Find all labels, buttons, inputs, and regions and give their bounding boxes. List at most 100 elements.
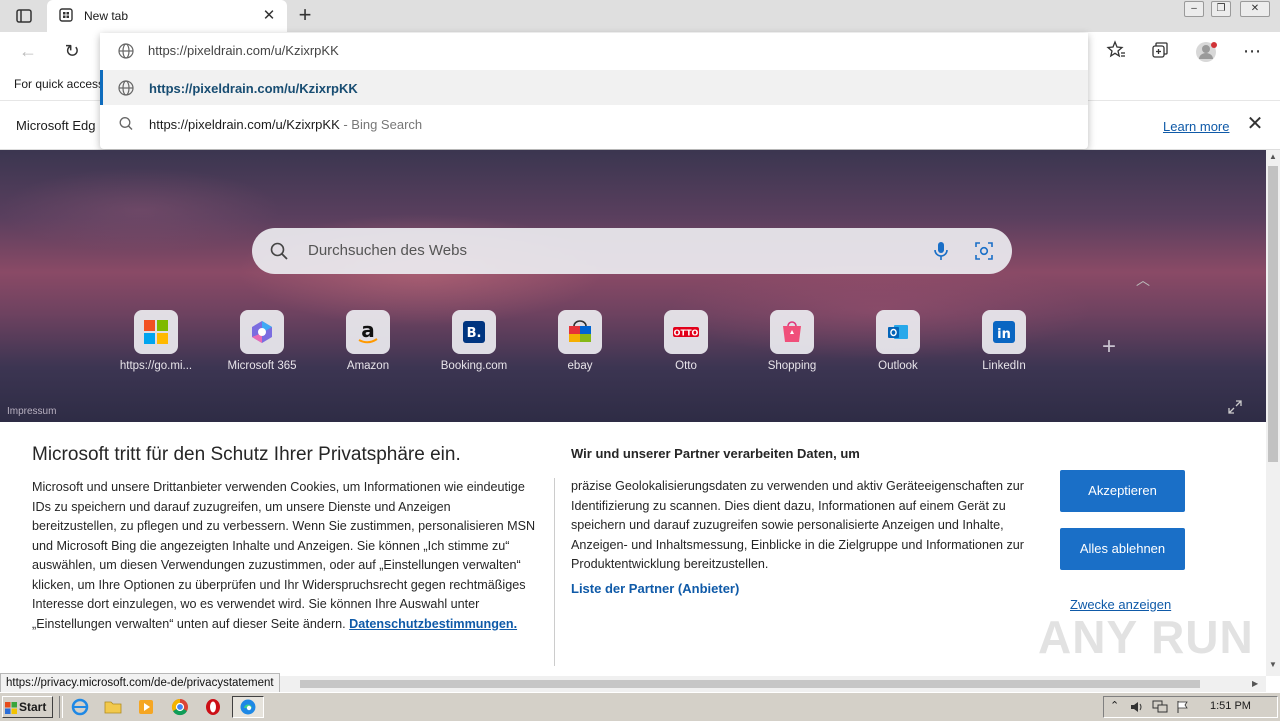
address-bar[interactable]: https://pixeldrain.com/u/KzixrpKK: [100, 33, 1088, 69]
tab-title: New tab: [84, 9, 129, 23]
vertical-scrollbar[interactable]: ▲ ▼: [1266, 150, 1280, 676]
quick-link-tile[interactable]: OTTO Otto: [633, 310, 739, 380]
scroll-down-icon[interactable]: ▼: [1269, 660, 1277, 669]
opera-icon[interactable]: [199, 696, 227, 718]
divider: [554, 478, 555, 666]
tile-label: LinkedIn: [982, 360, 1026, 372]
search-placeholder: Durchsuchen des Webs: [308, 242, 467, 259]
volume-icon[interactable]: [1130, 700, 1144, 717]
show-hidden-icons-icon[interactable]: ⌃: [1110, 699, 1119, 712]
tab-strip: New tab ✕ + – ❐ ✕: [0, 0, 1280, 32]
collections-icon[interactable]: [1149, 40, 1171, 62]
close-icon[interactable]: ✕: [261, 8, 277, 24]
svg-text:B.: B.: [467, 326, 482, 341]
booking-icon: B.: [452, 310, 496, 354]
suggestion-url: https://pixeldrain.com/u/KzixrpKK: [149, 81, 358, 96]
microsoft-365-icon: [240, 310, 284, 354]
system-tray: ⌃ 1:51 PM: [1103, 696, 1278, 718]
more-options-icon[interactable]: ⋯: [1241, 40, 1263, 62]
web-search-box[interactable]: Durchsuchen des Webs: [252, 228, 1012, 274]
consent-text: Microsoft und unsere Drittanbieter verwe…: [32, 480, 536, 631]
scrollbar-thumb[interactable]: [300, 680, 1200, 688]
edge-taskbar-button[interactable]: [232, 696, 264, 718]
restore-button[interactable]: ❐: [1211, 1, 1231, 17]
media-player-icon[interactable]: [132, 696, 160, 718]
visual-search-icon[interactable]: [973, 240, 995, 262]
folder-icon[interactable]: [99, 696, 127, 718]
omnibox-suggestion[interactable]: https://pixeldrain.com/u/KzixrpKK: [100, 70, 1088, 105]
consent-title: Microsoft tritt für den Schutz Ihrer Pri…: [32, 444, 461, 465]
scrollbar-thumb[interactable]: [1268, 166, 1278, 462]
suggestion-query: https://pixeldrain.com/u/KzixrpKK: [149, 117, 340, 132]
scroll-right-icon[interactable]: ▶: [1252, 679, 1258, 688]
new-tab-page: Durchsuchen des Webs ︿ https://go.mi... …: [0, 150, 1266, 422]
status-bar: https://privacy.microsoft.com/de-de/priv…: [0, 673, 280, 693]
tile-label: Booking.com: [440, 360, 508, 372]
quick-link-tile[interactable]: in LinkedIn: [951, 310, 1057, 380]
microphone-icon[interactable]: [931, 240, 951, 262]
close-window-button[interactable]: ✕: [1240, 1, 1270, 17]
quick-link-tile[interactable]: Outlook: [845, 310, 951, 380]
new-tab-button[interactable]: +: [294, 4, 316, 26]
outlook-icon: [876, 310, 920, 354]
partner-list-link[interactable]: Liste der Partner (Anbieter): [571, 581, 739, 596]
reject-all-button[interactable]: Alles ablehnen: [1060, 528, 1185, 570]
chrome-icon[interactable]: [166, 696, 194, 718]
microsoft-logo-icon: [134, 310, 178, 354]
back-icon[interactable]: ←: [17, 40, 39, 62]
expand-icon[interactable]: [1227, 399, 1243, 415]
consent-body: Microsoft und unsere Drittanbieter verwe…: [32, 478, 537, 634]
accept-button[interactable]: Akzeptieren: [1060, 470, 1185, 512]
quick-link-tile[interactable]: ebay: [527, 310, 633, 380]
svg-text:in: in: [997, 327, 1011, 342]
flag-icon[interactable]: [1176, 700, 1190, 717]
add-site-button[interactable]: +: [1098, 335, 1120, 359]
quick-link-tile[interactable]: Microsoft 365: [209, 310, 315, 380]
favorites-icon[interactable]: [1105, 40, 1127, 62]
tab-new-tab[interactable]: New tab ✕: [47, 0, 287, 32]
partner-title: Wir und unserer Partner verarbeiten Date…: [571, 446, 860, 461]
profile-avatar[interactable]: [1195, 40, 1217, 62]
close-icon[interactable]: ✕: [1246, 114, 1264, 134]
refresh-icon[interactable]: ↻: [61, 40, 83, 62]
scroll-up-icon[interactable]: ▲: [1269, 152, 1277, 161]
svg-text:OTTO: OTTO: [674, 329, 699, 338]
chevron-up-icon[interactable]: ︿: [1136, 270, 1150, 288]
suggestion-suffix: - Bing Search: [339, 117, 423, 132]
partner-body: präzise Geolokalisierungsdaten zu verwen…: [571, 479, 1024, 571]
globe-icon: [117, 42, 135, 60]
tab-actions-icon[interactable]: [8, 6, 38, 26]
network-icon[interactable]: [1152, 700, 1168, 717]
ebay-icon: [558, 310, 602, 354]
learn-more-link[interactable]: Learn more: [1163, 119, 1229, 134]
address-input[interactable]: https://pixeldrain.com/u/KzixrpKK: [148, 43, 339, 58]
background-image: [0, 150, 1266, 422]
taskbar: Start ⌃ 1:51 PM: [0, 692, 1280, 721]
tile-label: https://go.mi...: [119, 360, 193, 372]
tile-label: Outlook: [878, 360, 918, 372]
suggestion-search: https://pixeldrain.com/u/KzixrpKK - Bing…: [149, 117, 422, 132]
new-tab-icon: [59, 8, 73, 22]
quick-link-tile[interactable]: https://go.mi...: [103, 310, 209, 380]
minimize-button[interactable]: –: [1184, 1, 1204, 17]
quick-link-tile[interactable]: Shopping: [739, 310, 845, 380]
svg-text:a: a: [361, 318, 375, 342]
tile-label: Shopping: [767, 360, 817, 372]
impressum-link[interactable]: Impressum: [7, 406, 56, 417]
info-bar-text: Microsoft Edg: [16, 118, 96, 133]
omnibox-suggestion[interactable]: https://pixeldrain.com/u/KzixrpKK - Bing…: [100, 106, 1088, 141]
quick-link-tile[interactable]: a Amazon: [315, 310, 421, 380]
tile-label: Otto: [675, 360, 697, 372]
amazon-icon: a: [346, 310, 390, 354]
otto-icon: OTTO: [664, 310, 708, 354]
search-icon: [269, 241, 289, 261]
clock: 1:51 PM: [1210, 700, 1251, 712]
taskbar-divider: [59, 696, 63, 718]
start-button[interactable]: Start: [2, 696, 53, 718]
windows-logo-icon: [5, 700, 17, 714]
internet-explorer-icon[interactable]: [66, 696, 94, 718]
quick-link-tile[interactable]: B. Booking.com: [421, 310, 527, 380]
anyrun-watermark: ANY RUN: [1038, 611, 1254, 663]
privacy-statement-link[interactable]: Datenschutzbestimmungen.: [349, 617, 517, 631]
tile-label: Amazon: [346, 360, 390, 372]
